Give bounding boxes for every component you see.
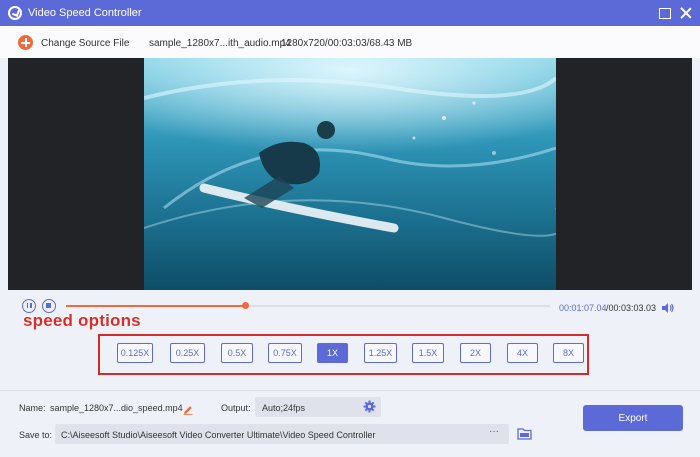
speed-option-025x[interactable]: 0.25X [170,343,205,363]
close-button[interactable] [677,4,695,22]
add-icon[interactable] [18,35,33,50]
speed-option-2x[interactable]: 2X [460,343,491,363]
maximize-button[interactable] [655,4,673,22]
output-format-value: Auto;24fps [262,403,306,413]
speed-option-15x[interactable]: 1.5X [412,343,444,363]
output-file-name: sample_1280x7...dio_speed.mp4 [50,403,183,413]
volume-icon[interactable] [661,301,675,313]
speed-option-05x[interactable]: 0.5X [221,343,253,363]
save-path-value: C:\Aiseesoft Studio\Aiseesoft Video Conv… [61,430,376,440]
progress-fill [66,305,245,307]
window-title: Video Speed Controller [28,7,142,19]
speed-options-annotation: speed options [23,311,141,330]
title-bar: Video Speed Controller [0,0,700,26]
source-file-name: sample_1280x7...ith_audio.mp4 [149,38,291,49]
speed-option-1x[interactable]: 1X [317,343,348,363]
speed-option-125x[interactable]: 1.25X [364,343,397,363]
export-button[interactable]: Export [583,405,683,431]
browse-button[interactable]: ··· [482,425,506,443]
speed-option-8x[interactable]: 8X [553,343,584,363]
gear-icon[interactable] [363,400,376,413]
source-file-info: 1280x720/00:03:03/68.43 MB [281,38,413,49]
save-to-label: Save to: [19,430,53,440]
speed-option-0125x[interactable]: 0.125X [117,343,153,363]
change-source-file-button[interactable]: Change Source File [41,38,129,49]
speed-option-075x[interactable]: 0.75X [268,343,302,363]
current-time: 00:01:07.04 [559,303,607,313]
edit-icon[interactable] [183,402,193,415]
folder-icon[interactable] [517,427,532,440]
app-logo-icon [8,6,22,20]
speed-option-4x[interactable]: 4X [507,343,538,363]
video-frame [144,58,556,290]
total-time: /00:03:03.03 [606,303,657,313]
progress-handle[interactable] [242,302,249,309]
name-label: Name: [19,403,46,413]
output-label: Output: [221,403,251,413]
